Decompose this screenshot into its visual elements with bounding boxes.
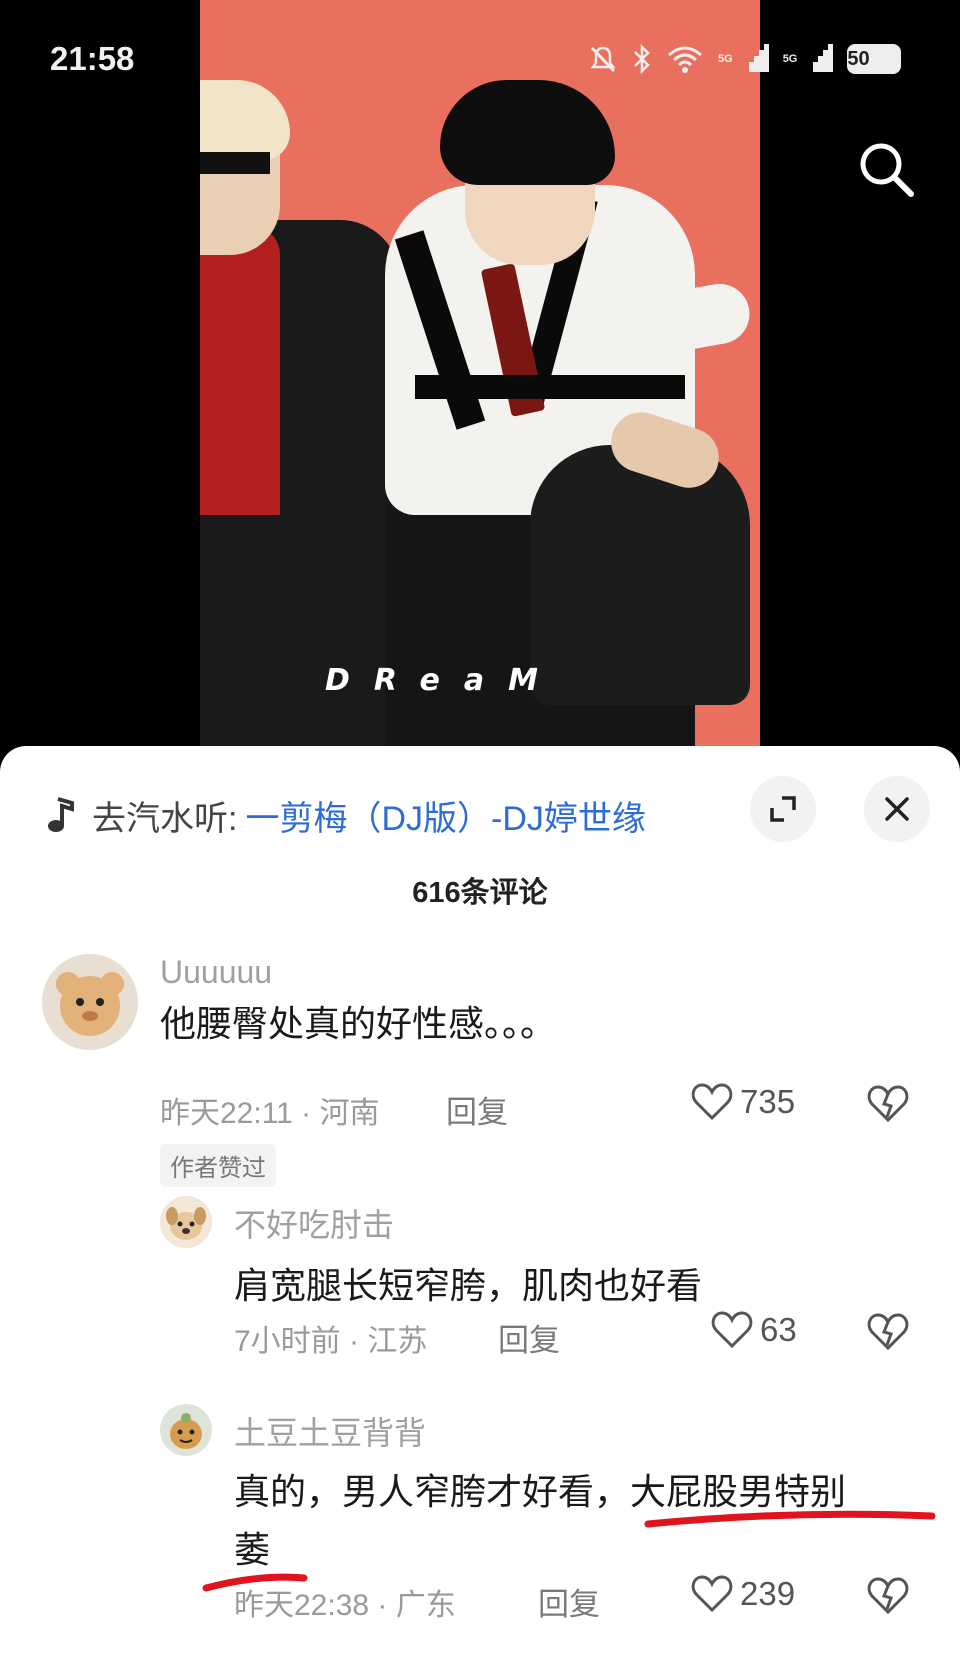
left-dancer-headband — [200, 152, 270, 174]
third-dancer-back — [530, 445, 750, 705]
like-button[interactable]: 239 — [690, 1574, 795, 1614]
comment-count: 616条评论 — [412, 877, 548, 909]
avatar-bear-image — [56, 972, 124, 1036]
avatar[interactable] — [160, 1404, 212, 1456]
like-count: 63 — [760, 1311, 797, 1348]
red-underline-annotation — [644, 1510, 936, 1528]
like-button[interactable]: 63 — [710, 1310, 797, 1350]
avatar-potato-image — [170, 1413, 202, 1449]
mute-bell-icon — [590, 46, 616, 73]
broken-heart-icon — [867, 1577, 909, 1615]
comment-username[interactable]: 不好吃肘击 — [234, 1200, 394, 1246]
broken-heart-icon — [867, 1085, 909, 1123]
red-underline-annotation — [202, 1573, 308, 1592]
avatar-dog-image — [166, 1207, 206, 1240]
bluetooth-icon — [634, 44, 650, 74]
close-icon — [885, 797, 909, 821]
status-bar: 21:58 5G 5G 50 — [0, 0, 960, 120]
network-type-2: 5G — [782, 53, 798, 65]
avatar[interactable] — [42, 954, 138, 1050]
harness-belt — [415, 375, 685, 399]
comment-meta: 7小时前 · 江苏 — [234, 1325, 428, 1358]
comment-text: 他腰臀处真的好性感。。。 — [160, 1003, 557, 1044]
like-count: 735 — [740, 1083, 796, 1120]
reply-button[interactable]: 回复 — [538, 1579, 600, 1624]
status-time: 21:58 — [50, 40, 135, 77]
like-button[interactable]: 735 — [690, 1082, 795, 1122]
search-icon — [860, 143, 914, 197]
comment-text: 肩宽腿长短窄胯，肌肉也好看 — [234, 1265, 703, 1306]
signal-icon — [813, 44, 834, 74]
like-count: 239 — [740, 1575, 796, 1612]
search-button[interactable] — [855, 138, 917, 200]
music-note-icon — [48, 797, 74, 832]
heart-icon — [711, 1311, 753, 1349]
battery-icon: 50 — [847, 44, 902, 74]
reply-button[interactable]: 回复 — [446, 1087, 508, 1132]
close-button[interactable] — [864, 776, 930, 842]
music-link-row[interactable]: 去汽水听: 一剪梅（DJ版）-DJ婷世缘 — [46, 790, 646, 840]
signal-icon — [748, 44, 769, 74]
heart-icon — [691, 1575, 733, 1613]
broken-heart-icon — [867, 1313, 909, 1351]
avatar[interactable] — [160, 1196, 212, 1248]
network-type-1: 5G — [718, 53, 733, 65]
heart-icon — [691, 1083, 733, 1121]
dislike-button[interactable] — [866, 1576, 910, 1621]
comment-username[interactable]: 土豆土豆背背 — [234, 1408, 426, 1454]
comment-meta: 昨天22:11 · 河南 — [160, 1097, 380, 1130]
music-title-link[interactable]: 一剪梅（DJ版）-DJ婷世缘 — [245, 791, 645, 840]
music-prefix: 去汽水听: — [92, 799, 238, 838]
dislike-button[interactable] — [866, 1312, 910, 1357]
author-liked-badge: 作者赞过 — [160, 1144, 276, 1187]
expand-button[interactable] — [750, 776, 816, 842]
video-overlay-text: DReaM — [325, 663, 562, 698]
expand-icon — [770, 796, 796, 822]
dislike-button[interactable] — [866, 1084, 910, 1129]
status-icons: 5G 5G 50 — [588, 44, 902, 74]
comment-sheet: 去汽水听: 一剪梅（DJ版）-DJ婷世缘 616条评论 Uuuuuu 他腰臀处真… — [0, 746, 960, 1669]
wifi-icon — [668, 46, 702, 73]
left-dancer-shirt — [200, 225, 280, 515]
reply-button[interactable]: 回复 — [498, 1315, 560, 1360]
comment-username[interactable]: Uuuuuu — [160, 954, 272, 991]
